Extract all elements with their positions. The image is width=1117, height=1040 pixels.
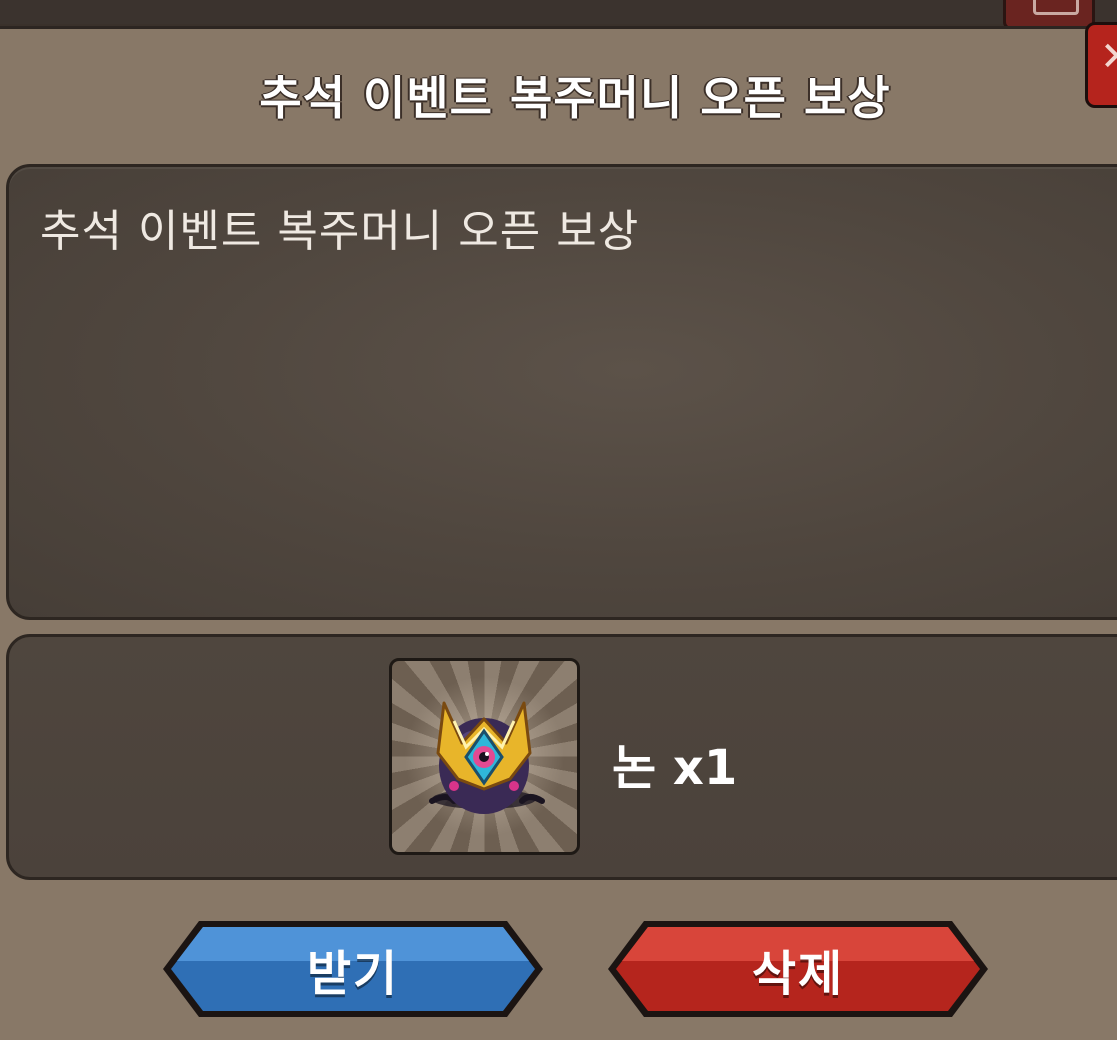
dialog-title: 추석 이벤트 복주머니 오픈 보상 (259, 71, 891, 125)
message-text: 추석 이벤트 복주머니 오픈 보상 (40, 206, 640, 257)
delete-button-label: 삭제 (751, 946, 845, 1002)
trash-icon (1033, 0, 1079, 15)
reward-label: 논 x1 (612, 740, 738, 796)
receive-button-label: 받기 (306, 946, 400, 1002)
top-bar (0, 0, 1117, 24)
delete-button[interactable]: 삭제 (604, 917, 992, 1021)
reward-item-slot[interactable] (389, 658, 580, 855)
golden-horned-egg-icon (429, 701, 545, 814)
receive-button[interactable]: 받기 (159, 917, 547, 1021)
